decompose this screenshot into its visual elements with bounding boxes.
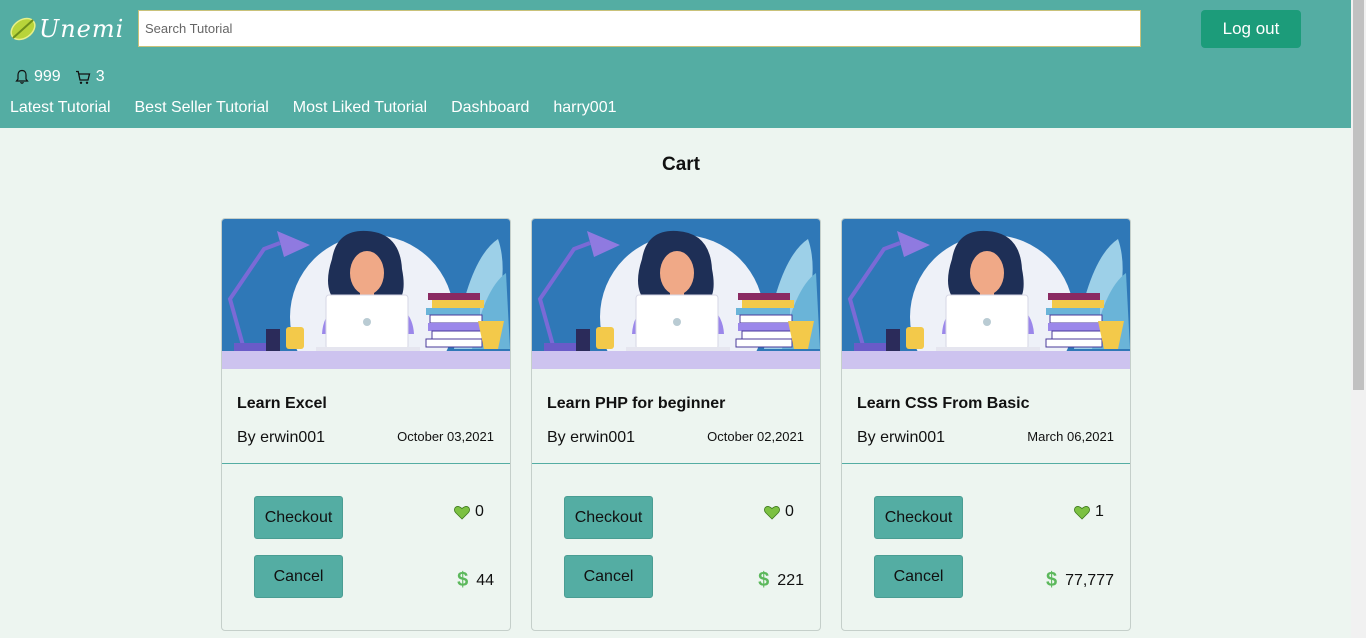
tutorial-title[interactable]: Learn PHP for beginner — [547, 395, 725, 413]
tutorial-date: October 02,2021 — [707, 429, 804, 444]
price: $ 77,777 — [1046, 569, 1114, 592]
dollar-icon: $ — [457, 569, 469, 591]
main-nav: Latest Tutorial Best Seller Tutorial Mos… — [10, 99, 641, 117]
dollar-icon: $ — [758, 569, 770, 591]
card-divider — [842, 463, 1130, 464]
price-value: 44 — [476, 571, 494, 589]
notifications-badge[interactable]: 999 — [15, 68, 61, 86]
tutorial-thumbnail[interactable] — [842, 219, 1130, 369]
scrollbar-thumb[interactable] — [1353, 0, 1364, 390]
cancel-button[interactable]: Cancel — [254, 555, 343, 598]
heart-icon — [764, 505, 780, 520]
tutorial-thumbnail[interactable] — [222, 219, 510, 369]
tutorial-title[interactable]: Learn Excel — [237, 395, 327, 413]
cart-count: 3 — [95, 68, 105, 85]
vertical-scrollbar[interactable] — [1351, 0, 1366, 638]
price-value: 77,777 — [1065, 571, 1114, 589]
checkout-button[interactable]: Checkout — [564, 496, 653, 539]
cart-badge[interactable]: 3 — [75, 68, 105, 86]
price: $ 221 — [758, 569, 804, 592]
checkout-button[interactable]: Checkout — [254, 496, 343, 539]
card-divider — [222, 463, 510, 464]
price: $ 44 — [457, 569, 494, 592]
nav-dashboard[interactable]: Dashboard — [451, 99, 529, 117]
tutorial-date: October 03,2021 — [397, 429, 494, 444]
cart-item-card: Learn PHP for beginner By erwin001 Octob… — [531, 218, 821, 631]
bell-icon — [15, 69, 29, 84]
nav-user-profile[interactable]: harry001 — [553, 99, 616, 117]
tutorial-author: By erwin001 — [547, 429, 636, 446]
dollar-icon: $ — [1045, 569, 1058, 591]
likes-count: 1 — [1074, 503, 1104, 521]
cancel-button[interactable]: Cancel — [564, 555, 653, 598]
tutorial-author: By erwin001 — [857, 429, 946, 446]
heart-icon — [1074, 505, 1090, 520]
cart-icon — [75, 70, 91, 84]
logo-text: Unemi — [39, 15, 125, 43]
leaf-icon — [10, 17, 36, 41]
nav-most-liked-tutorial[interactable]: Most Liked Tutorial — [293, 99, 427, 117]
page-title: Cart — [661, 154, 700, 175]
tutorial-author: By erwin001 — [237, 429, 326, 446]
tutorial-date: March 06,2021 — [1027, 429, 1114, 444]
card-divider — [532, 463, 820, 464]
likes-value: 1 — [1095, 503, 1104, 520]
nav-best-seller-tutorial[interactable]: Best Seller Tutorial — [135, 99, 269, 117]
likes-value: 0 — [785, 503, 794, 520]
cart-item-card: Learn Excel By erwin001 October 03,2021 … — [221, 218, 511, 631]
cart-item-card: Learn CSS From Basic By erwin001 March 0… — [841, 218, 1131, 631]
logout-button[interactable]: Log out — [1201, 10, 1301, 48]
logo[interactable]: Unemi — [8, 12, 124, 46]
checkout-button[interactable]: Checkout — [874, 496, 963, 539]
heart-icon — [454, 505, 470, 520]
cancel-button[interactable]: Cancel — [874, 555, 963, 598]
price-value: 221 — [777, 571, 804, 589]
search-input[interactable] — [138, 10, 1141, 47]
likes-count: 0 — [454, 503, 484, 521]
tutorial-title[interactable]: Learn CSS From Basic — [857, 395, 1030, 413]
likes-value: 0 — [475, 503, 484, 520]
notifications-count: 999 — [34, 68, 61, 85]
top-header: Unemi Log out 999 3 Latest Tutorial Best… — [0, 0, 1351, 128]
tutorial-thumbnail[interactable] — [532, 219, 820, 369]
nav-latest-tutorial[interactable]: Latest Tutorial — [10, 99, 111, 117]
likes-count: 0 — [764, 503, 794, 521]
header-badges: 999 3 — [15, 68, 119, 86]
